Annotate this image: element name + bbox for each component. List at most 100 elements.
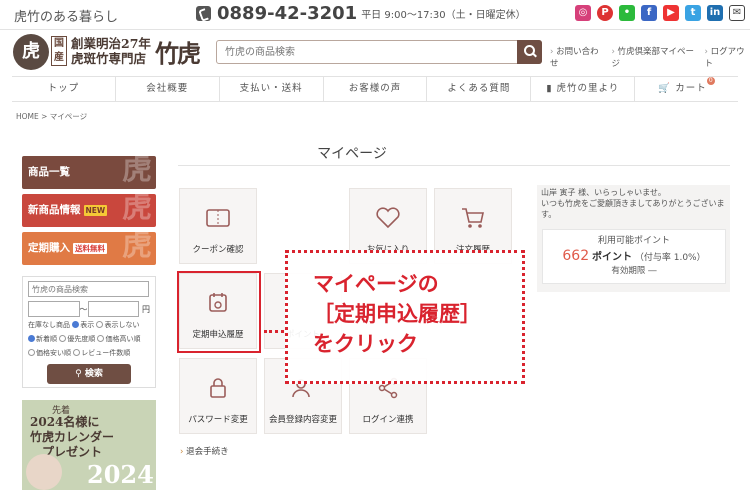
greeting: 山岸 寅子 様、いらっしゃいませ。 いつも竹虎をご愛顧頂きましてありがとうござい…	[537, 185, 730, 222]
logo-mark[interactable]: 虎	[13, 34, 49, 70]
thanks-message: いつも竹虎をご愛顧頂きましてありがとうございます。	[541, 199, 725, 219]
radio-show[interactable]	[72, 321, 80, 328]
logo-script[interactable]: 竹虎	[155, 34, 201, 69]
promo-year: 2024	[87, 460, 154, 489]
linkedin-icon[interactable]: in	[707, 5, 723, 21]
cart-badge: 0	[706, 77, 715, 85]
banner-kanji: 虎	[122, 194, 152, 225]
price-low-label: 価格安い順	[36, 349, 71, 357]
points-unit: ポイント	[592, 252, 632, 263]
profile-box: 山岸 寅子 様、いらっしゃいませ。 いつも竹虎をご愛顧頂きましてありがとうござい…	[537, 185, 730, 292]
points-value-row: 662 ポイント （付与率 1.0%）	[543, 248, 725, 264]
sidebar-search-form: 〜円 在庫なし商品 表示 表示しない 新着順 優先度順 価格高い順 価格安い順 …	[22, 276, 156, 388]
banner-label: 新商品情報	[28, 204, 81, 216]
show-label: 表示	[80, 321, 95, 329]
callout-line2: ［定期申込履歴］	[313, 302, 481, 326]
logo-text[interactable]: 創業明治27年 虎斑竹専門店	[71, 36, 151, 66]
nav-faq[interactable]: よくある質問	[427, 77, 532, 101]
book-icon: ▮	[546, 83, 557, 94]
nav-cart[interactable]: 🛒 カート0	[635, 77, 738, 101]
nav-payment[interactable]: 支払い・送料	[220, 77, 324, 101]
phone-info: 0889-42-3201 平日 9:00〜17:30（土・日曜定休）	[196, 3, 526, 24]
reviews-label: レビュー件数順	[81, 349, 131, 357]
header-search	[216, 40, 542, 64]
priority-label: 優先度順	[67, 335, 96, 343]
business-hours: 平日 9:00〜17:30（土・日曜定休）	[361, 10, 526, 21]
price-range: 〜円	[28, 301, 150, 317]
title-divider	[178, 165, 730, 166]
coupon-icon	[206, 209, 230, 227]
site-header: 虎 国産 創業明治27年 虎斑竹専門店 竹虎 お問い合わせ 竹虎倶楽部マイページ…	[0, 30, 750, 72]
sidebar: 商品一覧虎 新商品情報 NEW 虎 定期購入 送料無料虎	[22, 156, 156, 270]
search-button-label: 検索	[84, 369, 103, 379]
calendar-promo-banner[interactable]: 先着 2024名様に 竹虎カレンダー プレゼント 2024	[22, 400, 156, 490]
cart-icon: 🛒	[658, 83, 676, 94]
sidebar-subscription-banner[interactable]: 定期購入 送料無料 虎	[22, 232, 156, 265]
nav-village[interactable]: ▮ 虎竹の里より	[531, 77, 636, 101]
password-card[interactable]: パスワード変更	[179, 358, 257, 434]
youtube-icon[interactable]: ▶	[663, 5, 679, 21]
sidebar-products-banner[interactable]: 商品一覧 虎	[22, 156, 156, 189]
social-links: ◎ P • f ▶ t in ✉	[575, 5, 745, 21]
callout-line1: マイページの	[313, 272, 439, 296]
withdraw-link[interactable]: 退会手続き	[180, 445, 229, 457]
nav-top[interactable]: トップ	[12, 77, 116, 101]
callout-line3: をクリック	[313, 332, 418, 356]
user-greeting: 山岸 寅子 様、いらっしゃいませ。	[541, 188, 666, 197]
sidebar-search-button[interactable]: ⚲ 検索	[47, 364, 131, 384]
phone-icon	[196, 6, 211, 21]
facebook-icon[interactable]: f	[641, 5, 657, 21]
yen-label: 円	[142, 304, 150, 314]
stock-label: 在庫なし商品	[28, 321, 70, 329]
sidebar-search-input[interactable]	[28, 281, 149, 297]
radio-price-high[interactable]	[97, 335, 105, 342]
range-separator: 〜	[79, 304, 88, 314]
nav-company[interactable]: 会社概要	[116, 77, 220, 101]
search-icon[interactable]	[517, 40, 542, 64]
card-label: ログイン連携	[362, 415, 414, 425]
banner-label: 商品一覧	[28, 166, 70, 178]
mail-icon[interactable]: ✉	[729, 5, 745, 21]
points-expiry: 有効期限 ―	[611, 266, 657, 276]
coupon-card[interactable]: クーポン確認	[179, 188, 257, 264]
page-title: マイページ	[317, 146, 387, 162]
search-icon: ⚲	[75, 369, 85, 379]
twitter-icon[interactable]: t	[685, 5, 701, 21]
card-label: パスワード変更	[188, 415, 248, 425]
points-box: 利用可能ポイント 662 ポイント （付与率 1.0%） 有効期限 ―	[542, 229, 726, 284]
top-bar: 虎竹のある暮らし 0889-42-3201 平日 9:00〜17:30（土・日曜…	[0, 0, 750, 30]
cart-icon	[462, 208, 484, 228]
radio-newest[interactable]	[28, 335, 35, 342]
breadcrumb[interactable]: HOME > マイページ	[16, 111, 87, 122]
free-shipping-tag: 送料無料	[73, 243, 107, 254]
instagram-icon[interactable]: ◎	[575, 5, 591, 21]
baby-photo	[26, 454, 62, 490]
nav-voice[interactable]: お客様の声	[324, 77, 428, 101]
card-label: クーポン確認	[192, 245, 244, 255]
banner-label: 定期購入	[28, 242, 70, 254]
price-min-input[interactable]	[28, 301, 80, 317]
points-rate: （付与率 1.0%）	[634, 253, 706, 263]
search-input[interactable]	[217, 41, 517, 63]
pinterest-icon[interactable]: P	[597, 5, 613, 21]
line-icon[interactable]: •	[619, 5, 635, 21]
contact-link[interactable]: お問い合わせ	[550, 45, 603, 69]
radio-hide[interactable]	[96, 321, 104, 328]
card-label: 会員登録内容変更	[268, 415, 337, 425]
radio-price-low[interactable]	[28, 349, 35, 356]
nav-cart-label: カート	[675, 83, 707, 94]
instruction-callout: マイページの ［定期申込履歴］ をクリック	[285, 250, 525, 384]
radio-reviews[interactable]	[73, 349, 81, 356]
sidebar-new-banner[interactable]: 新商品情報 NEW 虎	[22, 194, 156, 227]
highlight-box	[177, 271, 261, 353]
callout-connector	[264, 330, 284, 333]
logout-link[interactable]: ログアウト	[705, 45, 750, 69]
global-nav: トップ 会社概要 支払い・送料 お客様の声 よくある質問 ▮ 虎竹の里より 🛒 …	[12, 76, 738, 102]
price-max-input[interactable]	[87, 301, 139, 317]
stock-options: 在庫なし商品 表示 表示しない	[28, 320, 150, 331]
header-links: お問い合わせ 竹虎倶楽部マイページ ログアウト	[550, 45, 750, 69]
banner-kanji: 虎	[122, 156, 152, 187]
radio-priority[interactable]	[59, 335, 67, 342]
mypage-link[interactable]: 竹虎倶楽部マイページ	[611, 45, 696, 69]
sort-options-1: 新着順 優先度順 価格高い順	[28, 334, 150, 345]
